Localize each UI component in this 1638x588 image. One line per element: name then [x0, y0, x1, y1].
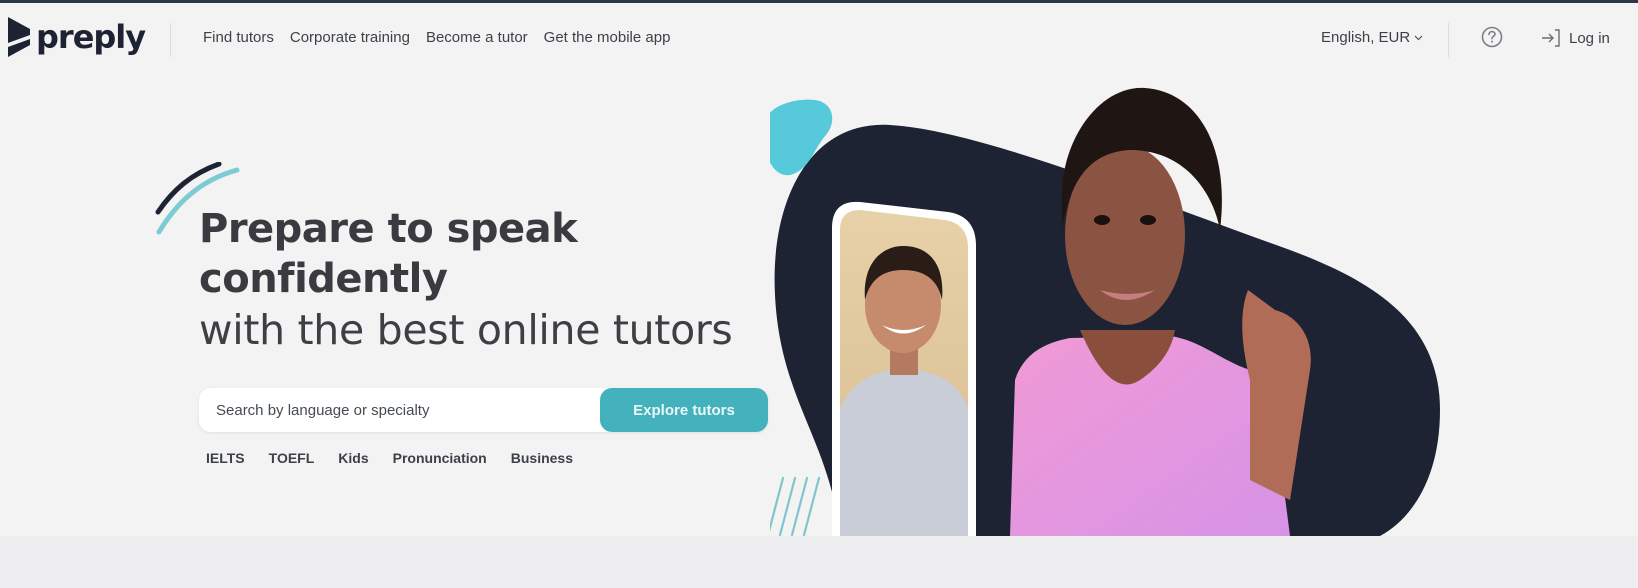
section-divider-band	[0, 536, 1638, 588]
headline-subline: with the best online tutors	[199, 306, 733, 354]
header-divider-right	[1448, 23, 1449, 57]
explore-tutors-button[interactable]: Explore tutors	[600, 388, 768, 432]
login-label: Log in	[1569, 29, 1610, 47]
help-button[interactable]	[1481, 26, 1503, 48]
chevron-down-icon	[1414, 35, 1423, 40]
stripes-decoration	[770, 476, 821, 536]
chip-kids[interactable]: Kids	[338, 450, 368, 466]
search-input[interactable]	[199, 388, 589, 432]
chip-pronunciation[interactable]: Pronunciation	[393, 450, 487, 466]
chip-ielts[interactable]: IELTS	[206, 450, 245, 466]
chip-toefl[interactable]: TOEFL	[269, 450, 315, 466]
hero-headline: Prepare to speak confidently with the be…	[199, 204, 733, 356]
tutor-search-bar: Explore tutors	[199, 388, 768, 432]
headline-bold-line-1: Prepare to speak	[199, 206, 578, 252]
chip-business[interactable]: Business	[511, 450, 573, 466]
question-circle-icon	[1481, 26, 1503, 48]
nav-become-a-tutor[interactable]: Become a tutor	[426, 29, 528, 46]
site-header: preply Find tutors Corporate training Be…	[0, 3, 1638, 75]
popular-search-chips: IELTS TOEFL Kids Pronunciation Business	[206, 450, 573, 466]
hero-illustration	[770, 87, 1440, 536]
login-button[interactable]: Log in	[1541, 28, 1610, 48]
nav-corporate-training[interactable]: Corporate training	[290, 29, 410, 46]
logo-wordmark: preply	[36, 18, 146, 56]
preply-logo[interactable]: preply	[8, 17, 146, 57]
language-currency-selector[interactable]: English, EUR	[1321, 29, 1423, 46]
inset-tutor-photo	[840, 210, 968, 536]
language-currency-label: English, EUR	[1321, 29, 1411, 46]
headline-bold-line-2: confidently	[199, 256, 448, 302]
preply-logo-icon	[8, 17, 30, 57]
nav-get-mobile-app[interactable]: Get the mobile app	[544, 29, 671, 46]
main-nav: Find tutors Corporate training Become a …	[203, 29, 670, 46]
nav-find-tutors[interactable]: Find tutors	[203, 29, 274, 46]
sign-in-arrow-icon	[1542, 29, 1560, 47]
header-divider	[170, 23, 171, 57]
